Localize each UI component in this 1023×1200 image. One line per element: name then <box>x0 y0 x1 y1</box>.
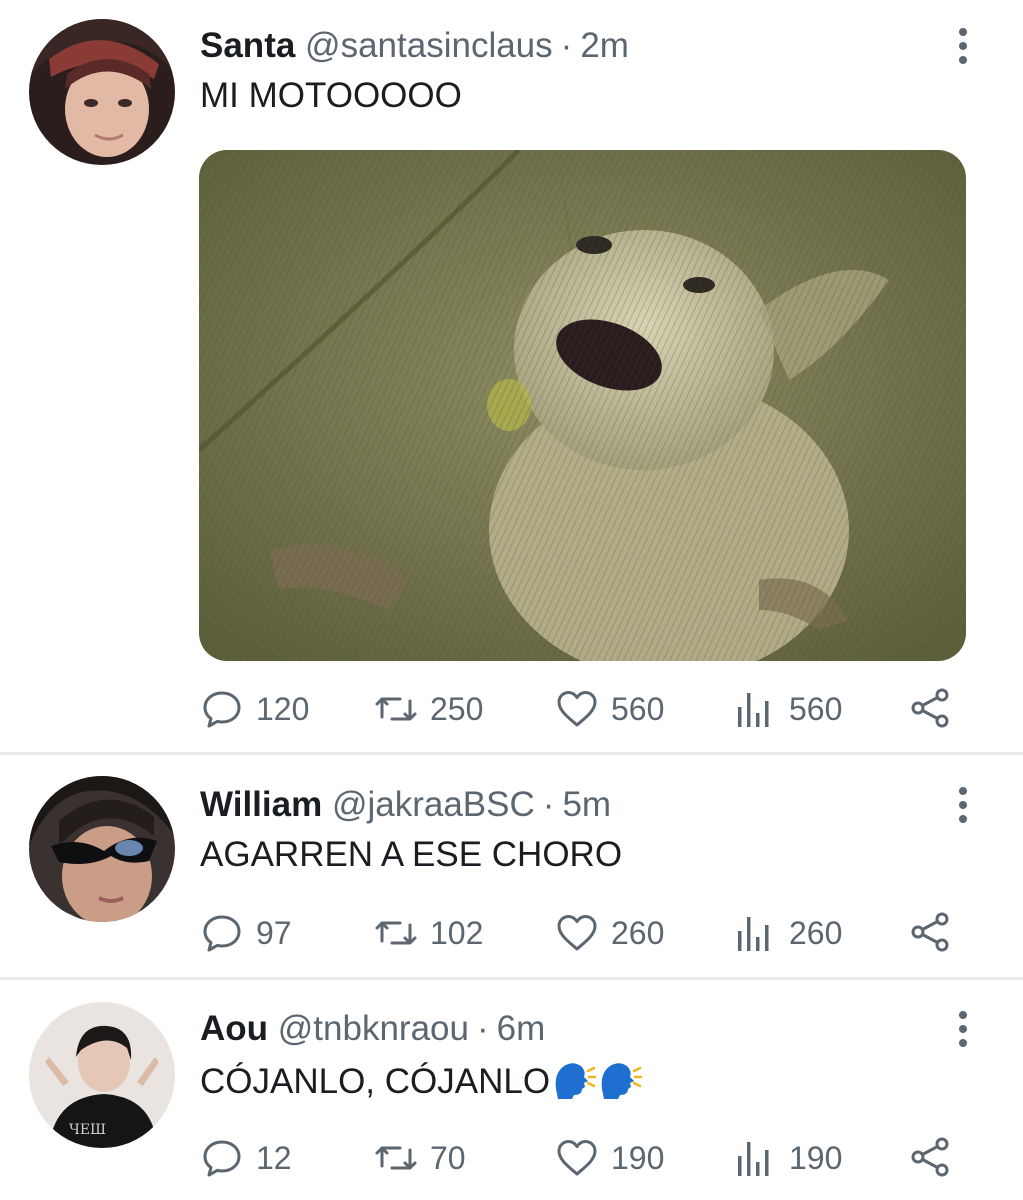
speaking-head-emoji <box>555 1063 597 1099</box>
like-count: 260 <box>611 914 665 951</box>
retweet-count: 70 <box>430 1139 466 1176</box>
reply-button[interactable]: 12 <box>200 1135 292 1181</box>
views-count: 560 <box>789 690 843 727</box>
vertical-dots-icon <box>959 28 967 36</box>
retweet-arrows-icon <box>375 697 417 721</box>
retweet-button[interactable]: 102 <box>374 910 483 956</box>
tweet-aou[interactable]: ЧЕШ Aou @tnbknraou · 6m CÓJANLO, CÓJANLO 1… <box>0 980 1023 1200</box>
retweet-button[interactable]: 70 <box>374 1135 466 1181</box>
display-name[interactable]: William <box>200 785 322 824</box>
views-button[interactable]: 560 <box>733 686 842 732</box>
tweet-text-row: CÓJANLO, CÓJANLO <box>200 1059 643 1102</box>
avatar-image <box>29 19 175 165</box>
meme-photo <box>199 150 966 661</box>
timestamp[interactable]: 5m <box>562 785 611 824</box>
timestamp[interactable]: 2m <box>580 26 629 65</box>
views-button[interactable]: 190 <box>733 1135 842 1181</box>
retweet-arrows-icon <box>375 1146 417 1170</box>
avatar-william[interactable] <box>29 776 175 922</box>
speech-bubble-icon <box>203 915 241 952</box>
user-handle[interactable]: @jakraaBSC <box>332 785 535 824</box>
views-button[interactable]: 260 <box>733 910 842 956</box>
like-button[interactable]: 260 <box>555 910 664 956</box>
tweet-header: Santa @santasinclaus · 2m <box>200 26 629 66</box>
tweet-text: MI MOTOOOOO <box>200 76 462 115</box>
reply-count: 12 <box>256 1139 292 1176</box>
heart-icon <box>557 691 597 727</box>
tweet-media-image[interactable] <box>199 150 966 661</box>
user-handle[interactable]: @santasinclaus <box>305 26 553 65</box>
speech-bubble-icon <box>203 691 241 728</box>
vertical-dots-icon <box>959 787 967 795</box>
heart-icon <box>557 1140 597 1176</box>
retweet-count: 250 <box>430 690 484 727</box>
speaking-head-emoji <box>601 1063 643 1099</box>
share-nodes-icon <box>911 1137 949 1177</box>
timestamp[interactable]: 6m <box>497 1009 546 1048</box>
like-button[interactable]: 190 <box>555 1135 664 1181</box>
more-options-button[interactable] <box>950 1009 976 1049</box>
tweet-actions: 120 250 560 560 <box>0 686 1023 732</box>
separator-dot: · <box>476 1009 489 1048</box>
more-options-button[interactable] <box>950 26 976 66</box>
like-button[interactable]: 560 <box>555 686 664 732</box>
more-options-button[interactable] <box>950 785 976 825</box>
bar-chart-icon <box>738 917 769 951</box>
share-button[interactable] <box>909 1135 953 1181</box>
avatar-aou[interactable]: ЧЕШ <box>29 1002 175 1148</box>
bar-chart-icon <box>738 693 769 727</box>
share-button[interactable] <box>909 686 953 732</box>
like-count: 560 <box>611 690 665 727</box>
vertical-dots-icon <box>959 1011 967 1019</box>
retweet-button[interactable]: 250 <box>374 686 483 732</box>
tweet-santa[interactable]: Santa @santasinclaus · 2m MI MOTOOOOO 12… <box>0 0 1023 752</box>
reply-count: 120 <box>256 690 310 727</box>
reply-count: 97 <box>256 914 292 951</box>
reply-button[interactable]: 97 <box>200 910 292 956</box>
reply-button[interactable]: 120 <box>200 686 309 732</box>
like-count: 190 <box>611 1139 665 1176</box>
heart-icon <box>557 915 597 951</box>
share-nodes-icon <box>911 688 949 728</box>
tweet-header: Aou @tnbknraou · 6m <box>200 1009 545 1049</box>
tweet-text: CÓJANLO, CÓJANLO <box>200 1062 551 1101</box>
avatar-santa[interactable] <box>29 19 175 165</box>
views-count: 260 <box>789 914 843 951</box>
tweet-header: William @jakraaBSC · 5m <box>200 785 611 825</box>
retweet-arrows-icon <box>375 921 417 945</box>
share-button[interactable] <box>909 910 953 956</box>
share-nodes-icon <box>911 912 949 952</box>
retweet-count: 102 <box>430 914 484 951</box>
tweet-text: AGARREN A ESE CHORO <box>200 835 623 874</box>
tweet-actions: 97 102 260 260 <box>0 910 1023 956</box>
tweet-william[interactable]: William @jakraaBSC · 5m AGARREN A ESE CHOR… <box>0 755 1023 977</box>
separator-dot: · <box>542 785 555 824</box>
avatar-image <box>29 776 175 922</box>
display-name[interactable]: Santa <box>200 26 295 65</box>
bar-chart-icon <box>738 1142 769 1176</box>
user-handle[interactable]: @tnbknraou <box>278 1009 469 1048</box>
separator-dot: · <box>560 26 573 65</box>
tweet-actions: 12 70 190 190 <box>0 1135 1023 1181</box>
display-name[interactable]: Aou <box>200 1009 268 1048</box>
avatar-image: ЧЕШ <box>29 1002 175 1148</box>
views-count: 190 <box>789 1139 843 1176</box>
speech-bubble-icon <box>203 1140 241 1177</box>
